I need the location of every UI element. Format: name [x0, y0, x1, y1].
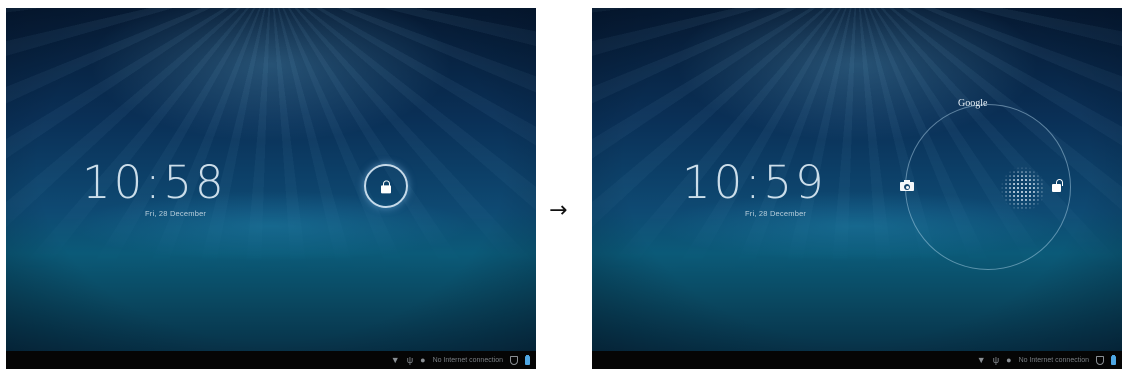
clock-time: 10:58 [82, 156, 227, 209]
clock-date: Fri, 28 December [145, 209, 207, 218]
system-bar: ▼ ψ ● No Internet connection [592, 351, 1122, 369]
clock-date: Fri, 28 December [745, 209, 807, 218]
wifi-icon: ▼ [390, 355, 400, 365]
android-icon: ● [1006, 355, 1012, 365]
clock-time: 10:59 [682, 156, 827, 209]
shield-icon [1096, 355, 1104, 365]
unlock-ring[interactable] [905, 104, 1071, 270]
drag-handle-dots[interactable] [1000, 166, 1046, 212]
lockscreen-before: 10:58 Fri, 28 December ▼ ψ ● No Internet… [6, 8, 536, 369]
android-icon: ● [420, 355, 426, 365]
battery-icon [1111, 354, 1116, 365]
transition-arrow: → [549, 198, 568, 223]
battery-icon [525, 354, 530, 365]
connection-status: No Internet connection [1018, 356, 1089, 364]
connection-status: No Internet connection [432, 356, 503, 364]
usb-icon: ψ [992, 355, 1000, 365]
wifi-icon: ▼ [976, 355, 986, 365]
lockscreen-after: 10:59 Fri, 28 December Google ▼ ψ ● No I… [592, 8, 1122, 369]
shield-icon [510, 355, 518, 365]
system-bar: ▼ ψ ● No Internet connection [6, 351, 536, 369]
unlock-icon[interactable] [1052, 179, 1063, 193]
usb-icon: ψ [406, 355, 414, 365]
lock-handle[interactable] [364, 164, 408, 208]
lock-icon [381, 180, 391, 194]
camera-icon[interactable] [900, 180, 914, 191]
google-now-target[interactable]: Google [958, 98, 987, 109]
